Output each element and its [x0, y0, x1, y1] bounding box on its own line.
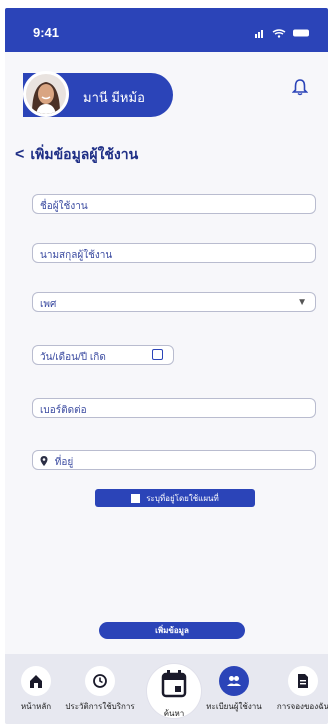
- birthdate-field[interactable]: วัน/เดือน/ปี เกิด: [32, 345, 174, 365]
- nav-label-history: ประวัติการใช้บริการ: [65, 702, 135, 711]
- calendar-icon[interactable]: [152, 349, 163, 360]
- nav-item-users[interactable]: ทะเบียนผู้ใช้งาน: [199, 666, 269, 713]
- status-time: 9:41: [33, 25, 60, 40]
- profile-name: มานี มีหม้อ: [83, 90, 145, 105]
- status-bar: 9:41: [5, 8, 328, 52]
- app-frame: 9:41 มานี มีหม้อ < เพิ่มข้อมูลผู้ใช้งาน …: [5, 8, 328, 724]
- last-name-placeholder: นามสกุลผู้ใช้งาน: [40, 250, 113, 261]
- map-icon: [131, 493, 141, 503]
- first-name-field[interactable]: ชื่อผู้ใช้งาน: [32, 194, 316, 214]
- bell-icon[interactable]: [292, 78, 308, 96]
- phone-placeholder: เบอร์ติดต่อ: [40, 405, 87, 416]
- gender-placeholder: เพศ: [40, 299, 57, 310]
- address-placeholder: ที่อยู่: [54, 457, 74, 468]
- first-name-placeholder: ชื่อผู้ใช้งาน: [40, 201, 88, 212]
- back-chevron-icon[interactable]: <: [15, 146, 24, 164]
- history-icon: [85, 666, 115, 696]
- nav-label-users: ทะเบียนผู้ใช้งาน: [206, 702, 262, 711]
- gender-select[interactable]: เพศ ▼: [32, 292, 316, 312]
- page-header: < เพิ่มข้อมูลผู้ใช้งาน: [15, 144, 138, 166]
- birthdate-placeholder: วัน/เดือน/ปี เกิด: [40, 352, 106, 363]
- map-location-button[interactable]: ระบุที่อยู่โดยใช้แผนที่: [95, 489, 255, 507]
- nav-item-bookings[interactable]: การจองของฉัน: [268, 666, 328, 713]
- document-icon: [288, 666, 318, 696]
- address-field[interactable]: ที่อยู่: [32, 450, 316, 470]
- page-title: เพิ่มข้อมูลผู้ใช้งาน: [30, 146, 139, 162]
- submit-button[interactable]: เพิ่มข้อมูล: [99, 622, 245, 639]
- avatar[interactable]: [23, 71, 69, 117]
- location-pin-icon: [40, 456, 48, 466]
- signal-wifi-battery-icon: [255, 29, 309, 38]
- chevron-down-icon: ▼: [297, 297, 307, 308]
- nav-label-home: หน้าหลัก: [20, 702, 52, 711]
- submit-button-label: เพิ่มข้อมูล: [155, 626, 189, 635]
- map-button-label: ระบุที่อยู่โดยใช้แผนที่: [146, 493, 219, 503]
- phone-field[interactable]: เบอร์ติดต่อ: [32, 398, 316, 418]
- top-bar: มานี มีหม้อ: [5, 52, 328, 142]
- users-icon: [219, 666, 249, 696]
- nav-label-search: ค้นหา: [163, 709, 185, 718]
- nav-label-bookings: การจองของฉัน: [276, 702, 328, 711]
- last-name-field[interactable]: นามสกุลผู้ใช้งาน: [32, 243, 316, 263]
- avatar-image: [26, 74, 66, 114]
- calendar-icon: [161, 670, 187, 698]
- home-icon: [21, 666, 51, 696]
- nav-item-home[interactable]: หน้าหลัก: [5, 666, 71, 713]
- nav-item-history[interactable]: ประวัติการใช้บริการ: [65, 666, 135, 713]
